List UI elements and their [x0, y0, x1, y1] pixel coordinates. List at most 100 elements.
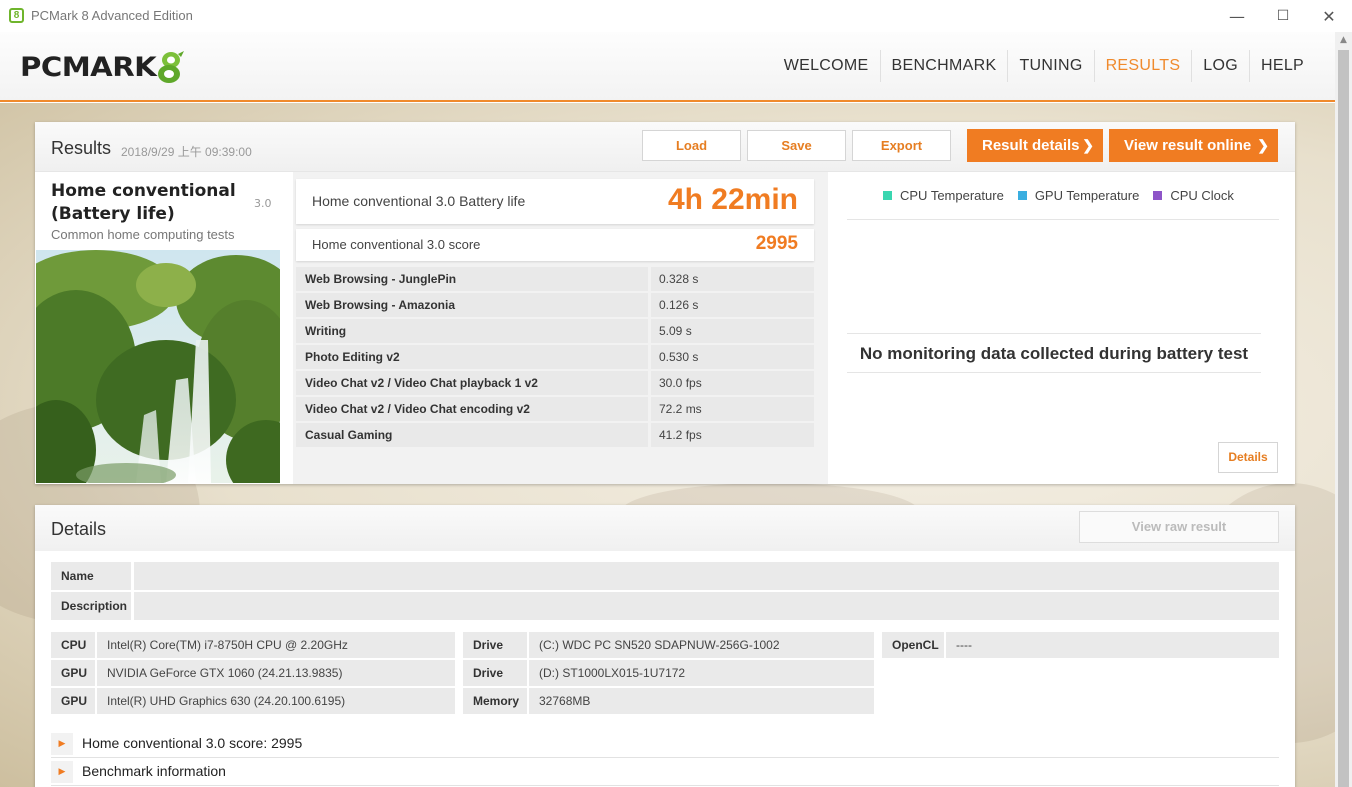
memory-label: Memory: [463, 688, 527, 714]
subtest-name: Writing: [296, 319, 648, 343]
nav-benchmark[interactable]: BENCHMARK: [879, 50, 1008, 82]
subtest-value: 41.2 fps: [651, 423, 814, 447]
vertical-scrollbar[interactable]: ▲: [1335, 32, 1352, 787]
subtest-name: Web Browsing - JunglePin: [296, 267, 648, 291]
result-details-button[interactable]: Result details ❯: [967, 129, 1103, 162]
export-button[interactable]: Export: [852, 130, 951, 161]
expand-arrow-icon: ▶: [51, 761, 73, 783]
scroll-up-icon[interactable]: ▲: [1335, 32, 1352, 49]
nav-welcome[interactable]: WELCOME: [773, 50, 880, 82]
name-field[interactable]: [134, 562, 1279, 590]
expander-label: Home conventional 3.0 score: 2995: [82, 735, 303, 751]
description-label: Description: [51, 592, 131, 620]
legend-gpu-temperature[interactable]: GPU Temperature: [1017, 188, 1140, 203]
name-label: Name: [51, 562, 131, 590]
battery-life-value: 4h 22min: [667, 183, 798, 216]
monitoring-details-button[interactable]: Details: [1218, 442, 1278, 473]
test-name-line1: Home conventional: [51, 181, 236, 201]
results-title: Results: [51, 138, 112, 158]
load-button[interactable]: Load: [642, 130, 741, 161]
waterfall-image: [36, 250, 280, 483]
table-row: Web Browsing - JunglePin 0.328 s: [296, 267, 814, 293]
subtest-name: Casual Gaming: [296, 423, 648, 447]
subtest-name: Photo Editing v2: [296, 345, 648, 369]
gpu-value: Intel(R) UHD Graphics 630 (24.20.100.619…: [97, 688, 455, 714]
logo-eight-icon: [158, 51, 185, 83]
close-button[interactable]: ✕: [1306, 0, 1352, 32]
opencl-value: ----: [946, 632, 1279, 658]
expand-arrow-icon: ▶: [51, 733, 73, 755]
legend-label: GPU Temperature: [1034, 188, 1140, 203]
legend-cpu-temperature[interactable]: CPU Temperature: [883, 188, 1004, 203]
drive-value: (D:) ST1000LX015-1U7172: [529, 660, 874, 686]
scores-column: Home conventional 3.0 Battery life 4h 22…: [293, 172, 828, 484]
pcmark-logo[interactable]: PCMARK: [20, 50, 186, 84]
subtest-name: Video Chat v2 / Video Chat playback 1 v2: [296, 371, 648, 395]
battery-life-label: Home conventional 3.0 Battery life: [312, 193, 526, 209]
view-online-label: View result online: [1124, 137, 1252, 154]
details-panel: Details View raw result Name Description…: [35, 505, 1295, 787]
memory-value: 32768MB: [529, 688, 874, 714]
subtest-value: 0.328 s: [651, 267, 814, 291]
subtest-value: 30.0 fps: [651, 371, 814, 395]
legend-cpu-clock[interactable]: CPU Clock: [1153, 188, 1234, 203]
subtest-value: 0.126 s: [651, 293, 814, 317]
subtest-name: Video Chat v2 / Video Chat encoding v2: [296, 397, 648, 421]
legend-label: CPU Clock: [1170, 188, 1234, 203]
nav-log[interactable]: LOG: [1191, 50, 1249, 82]
table-row: Casual Gaming 41.2 fps: [296, 423, 814, 449]
window-title: PCMark 8 Advanced Edition: [31, 8, 193, 23]
main-nav: WELCOME BENCHMARK TUNING RESULTS LOG HEL…: [773, 50, 1315, 82]
legend-swatch: [883, 191, 892, 200]
details-header: Details View raw result: [35, 505, 1295, 551]
score-label: Home conventional 3.0 score: [312, 237, 481, 252]
drive-label: Drive: [463, 632, 527, 658]
drive-value: (C:) WDC PC SN520 SDAPNUW-256G-1002: [529, 632, 874, 658]
legend-swatch: [1153, 191, 1163, 200]
nav-tuning[interactable]: TUNING: [1007, 50, 1093, 82]
gpu-label: GPU: [51, 660, 95, 686]
drive-label: Drive: [463, 660, 527, 686]
subtest-table: Web Browsing - JunglePin 0.328 s Web Bro…: [296, 267, 814, 449]
app-icon: 8: [9, 8, 24, 23]
divider: [847, 372, 1261, 373]
gpu-label: GPU: [51, 688, 95, 714]
battery-life-row: Home conventional 3.0 Battery life 4h 22…: [296, 179, 814, 224]
divider: [847, 219, 1279, 220]
benchmark-info-expander[interactable]: ▶ Benchmark information: [51, 758, 1279, 786]
description-field[interactable]: [134, 592, 1279, 620]
table-row: Web Browsing - Amazonia 0.126 s: [296, 293, 814, 319]
score-row: Home conventional 3.0 score 2995: [296, 229, 814, 261]
save-button[interactable]: Save: [747, 130, 846, 161]
app-header: PCMARK WELCOME BENCHMARK TUNING RESULTS …: [0, 32, 1335, 102]
maximize-button[interactable]: ☐: [1260, 0, 1306, 32]
scroll-thumb[interactable]: [1338, 50, 1349, 787]
divider: [847, 333, 1261, 334]
details-title: Details: [51, 519, 107, 539]
legend-swatch: [1017, 191, 1027, 200]
opencl-label: OpenCL: [882, 632, 944, 658]
nav-help[interactable]: HELP: [1249, 50, 1315, 82]
result-details-label: Result details: [982, 137, 1080, 154]
window-titlebar: 8 PCMark 8 Advanced Edition — ☐ ✕: [0, 0, 1352, 32]
nav-results[interactable]: RESULTS: [1093, 50, 1192, 82]
view-result-online-button[interactable]: View result online ❯: [1109, 129, 1278, 162]
score-value: 2995: [755, 233, 798, 254]
chevron-right-icon: ❯: [1082, 137, 1094, 153]
legend-label: CPU Temperature: [900, 188, 1004, 203]
table-row: Writing 5.09 s: [296, 319, 814, 345]
monitoring-legend: CPU Temperature GPU Temperature CPU Cloc…: [883, 188, 1248, 203]
test-name: Home conventional (Battery life): [51, 180, 236, 226]
table-row: Video Chat v2 / Video Chat encoding v2 7…: [296, 397, 814, 423]
results-panel: Results 2018/9/29 上午 09:39:00 Load Save …: [35, 122, 1295, 484]
score-expander[interactable]: ▶ Home conventional 3.0 score: 2995: [51, 730, 1279, 758]
table-row: Photo Editing v2 0.530 s: [296, 345, 814, 371]
minimize-button[interactable]: —: [1214, 0, 1260, 32]
view-raw-result-button[interactable]: View raw result: [1079, 511, 1279, 543]
cpu-label: CPU: [51, 632, 95, 658]
chevron-right-icon: ❯: [1257, 137, 1269, 153]
gpu-value: NVIDIA GeForce GTX 1060 (24.21.13.9835): [97, 660, 455, 686]
test-subtitle: Common home computing tests: [51, 227, 235, 242]
subtest-name: Web Browsing - Amazonia: [296, 293, 648, 317]
no-monitoring-message: No monitoring data collected during batt…: [859, 344, 1249, 363]
